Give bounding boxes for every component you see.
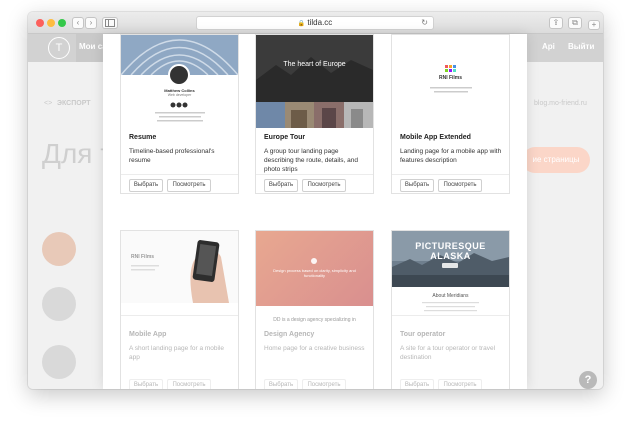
select-button[interactable]: Выбрать bbox=[264, 179, 298, 192]
help-icon[interactable]: ? bbox=[579, 371, 597, 389]
export-link[interactable]: ЭКСПОРТ bbox=[57, 100, 91, 107]
new-tab-icon[interactable]: + bbox=[588, 20, 600, 30]
browser-titlebar: ‹ › 🔒 tilda.cc ↻ ⇪ ⧉ + bbox=[28, 12, 603, 34]
thumb-headline: The heart of Europe bbox=[283, 61, 346, 68]
template-description: Timeline-based professional's resume bbox=[129, 148, 215, 164]
nav-api[interactable]: Api bbox=[542, 42, 555, 51]
blog-link[interactable]: blog.mo-friend.ru bbox=[534, 100, 587, 107]
thumb-subtitle: Web developer bbox=[167, 93, 192, 97]
thumb-tagline: DD is a design agency specializing in bbox=[273, 317, 356, 323]
card-divider bbox=[392, 174, 509, 175]
template-card-mobile-app-extended[interactable]: RNI Films Mobile App Extended Landing pa… bbox=[391, 34, 510, 194]
thumb-brand: RNI Films bbox=[131, 254, 155, 260]
reload-icon[interactable]: ↻ bbox=[421, 17, 428, 29]
template-title: Design Agency bbox=[264, 331, 315, 338]
address-bar[interactable]: 🔒 tilda.cc ↻ bbox=[196, 16, 434, 30]
thumb-headline-1: PICTURESQUE bbox=[415, 241, 486, 251]
preview-button[interactable]: Посмотреть bbox=[438, 379, 482, 389]
select-button[interactable]: Выбрать bbox=[264, 379, 298, 389]
project-thumb-1[interactable] bbox=[42, 232, 76, 266]
tabs-overview-icon[interactable]: ⧉ bbox=[568, 17, 582, 29]
thumb-about: About Meridians bbox=[432, 293, 469, 299]
minimize-window-icon[interactable] bbox=[47, 19, 55, 27]
url-text: tilda.cc bbox=[307, 18, 333, 27]
card-divider bbox=[256, 174, 373, 175]
template-thumbnail: RNI Films bbox=[392, 35, 509, 128]
preview-button[interactable]: Посмотреть bbox=[302, 179, 346, 192]
sidebar-toggle-icon[interactable] bbox=[102, 17, 118, 29]
template-card-design-agency[interactable]: Design process based on clarity, simplic… bbox=[255, 230, 374, 389]
project-thumb-2[interactable] bbox=[42, 287, 76, 321]
template-description: A group tour landing page describing the… bbox=[264, 148, 358, 173]
preview-button[interactable]: Посмотреть bbox=[167, 179, 211, 192]
forward-icon[interactable]: › bbox=[85, 17, 97, 29]
template-thumbnail: RNI Films bbox=[121, 231, 238, 303]
template-picker-modal: Matthew Collins Web developer Resume Tim… bbox=[103, 34, 527, 389]
template-description: A site for a tour operator or travel des… bbox=[400, 345, 496, 361]
browser-window: ‹ › 🔒 tilda.cc ↻ ⇪ ⧉ + T Мои са Api Выйт… bbox=[28, 12, 603, 389]
template-title: Mobile App Extended bbox=[400, 134, 471, 141]
template-card-mobile-app[interactable]: RNI Films Mobile App A short landing pag… bbox=[120, 230, 239, 389]
template-card-europe-tour[interactable]: The heart of Europe Europe Tour A group … bbox=[255, 34, 374, 194]
nav-logout[interactable]: Выйти bbox=[568, 42, 594, 51]
template-title: Resume bbox=[129, 134, 157, 141]
share-icon[interactable]: ⇪ bbox=[549, 17, 563, 29]
export-icon: <> bbox=[44, 100, 53, 107]
template-title: Tour operator bbox=[400, 331, 446, 338]
select-button[interactable]: Выбрать bbox=[129, 179, 163, 192]
select-button[interactable]: Выбрать bbox=[129, 379, 163, 389]
template-thumbnail: Matthew Collins Web developer bbox=[121, 35, 238, 128]
template-thumbnail: Design process based on clarity, simplic… bbox=[256, 231, 373, 306]
create-page-button[interactable]: ие страницы bbox=[522, 147, 590, 173]
close-window-icon[interactable] bbox=[36, 19, 44, 27]
lock-icon: 🔒 bbox=[297, 21, 306, 27]
preview-button[interactable]: Посмотреть bbox=[438, 179, 482, 192]
template-title: Europe Tour bbox=[264, 134, 306, 141]
template-description: Landing page for a mobile app with featu… bbox=[400, 148, 502, 164]
select-button[interactable]: Выбрать bbox=[400, 379, 434, 389]
tilda-logo[interactable]: T bbox=[48, 37, 70, 59]
preview-button[interactable]: Посмотреть bbox=[302, 379, 346, 389]
card-divider bbox=[121, 174, 238, 175]
template-card-resume[interactable]: Matthew Collins Web developer Resume Tim… bbox=[120, 34, 239, 194]
card-divider bbox=[392, 315, 509, 316]
select-button[interactable]: Выбрать bbox=[400, 179, 434, 192]
template-title: Mobile App bbox=[129, 331, 167, 338]
thumb-headline-2: ALASKA bbox=[430, 251, 471, 261]
project-thumb-3[interactable] bbox=[42, 345, 76, 379]
template-thumbnail: The heart of Europe bbox=[256, 35, 373, 128]
thumb-headline: Design process based on clarity, simplic… bbox=[273, 268, 356, 278]
thumb-brand: RNI Films bbox=[438, 75, 463, 81]
back-icon[interactable]: ‹ bbox=[72, 17, 84, 29]
template-thumbnail: PICTURESQUE ALASKA bbox=[392, 231, 509, 287]
card-divider bbox=[121, 315, 238, 316]
zoom-window-icon[interactable] bbox=[58, 19, 66, 27]
template-description: Home page for a creative business bbox=[264, 345, 365, 352]
preview-button[interactable]: Посмотреть bbox=[167, 379, 211, 389]
template-card-tour-operator[interactable]: PICTURESQUE ALASKA About Meridians Tour … bbox=[391, 230, 510, 389]
template-description: A short landing page for a mobile app bbox=[129, 345, 225, 361]
